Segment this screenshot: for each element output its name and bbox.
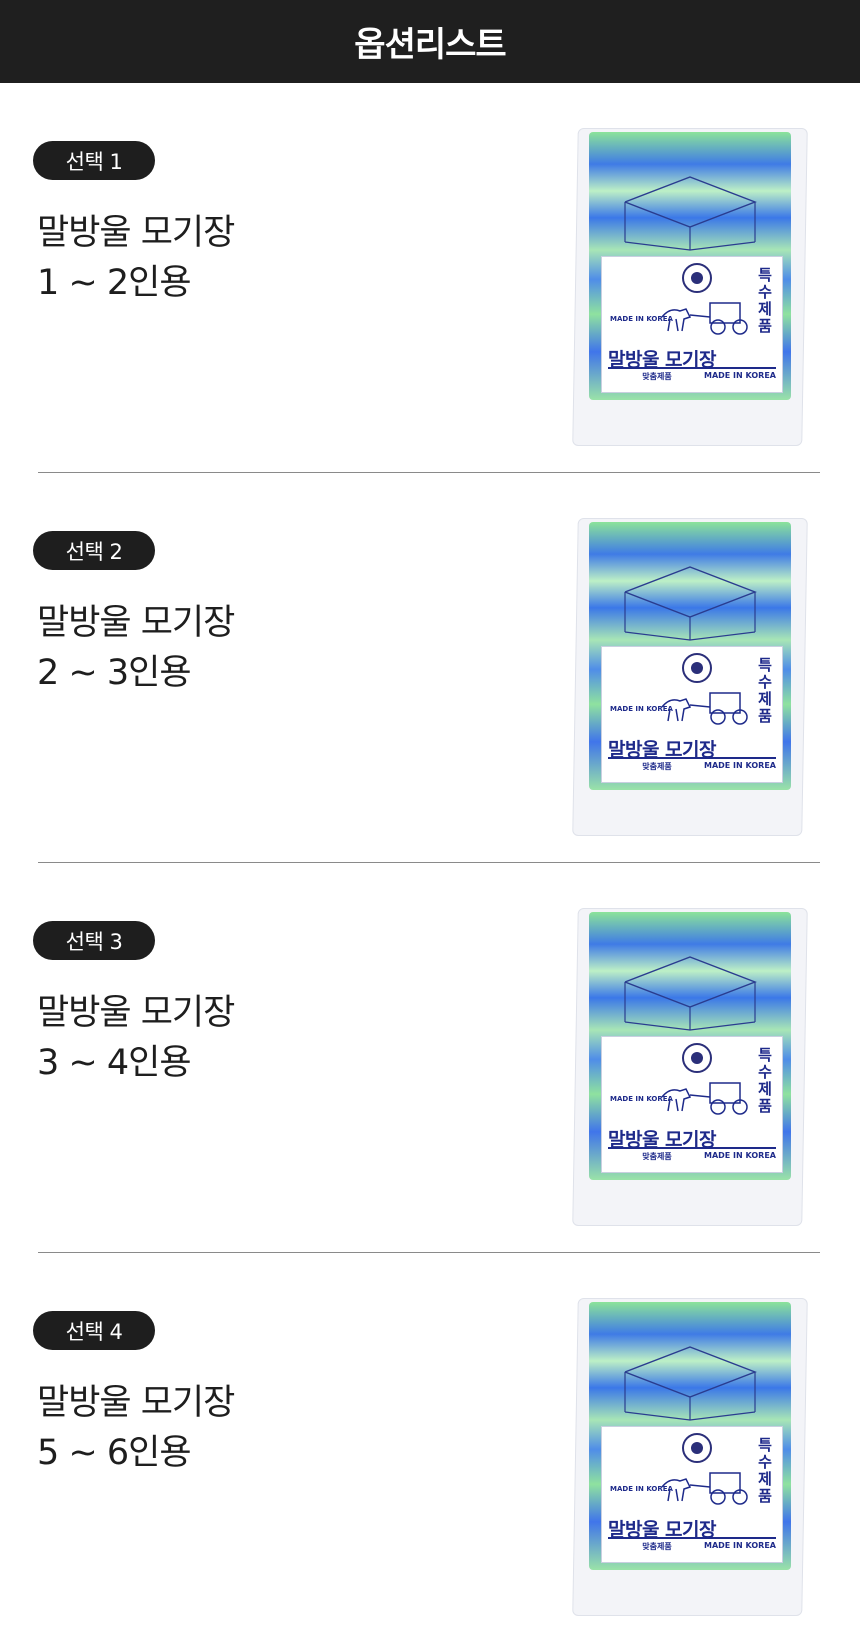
option-size: 5 ~ 6인용 [37, 1433, 192, 1473]
label-side-text: 특수제품 [758, 1046, 772, 1115]
medal-icon [682, 1043, 712, 1073]
medal-icon [682, 1433, 712, 1463]
label-subline: 맞춤제품 MADE IN KOREA [610, 1151, 776, 1162]
label-sub-center: 맞춤제품 [642, 762, 672, 771]
horse-cart-icon [661, 1472, 748, 1505]
package-label: MADE IN KOREA 특수제품 말방울 모기장 맞춤제품 MADE IN … [601, 256, 783, 393]
package-label: MADE IN KOREA 특수제품 말방울 모기장 맞춤제품 MADE IN … [601, 1426, 783, 1563]
made-in-korea-mark: MADE IN KOREA [610, 705, 673, 713]
made-in-korea-mark: MADE IN KOREA [610, 1095, 673, 1103]
net-frame-illustration [624, 1346, 757, 1421]
horse-cart-icon [661, 1082, 748, 1115]
label-sub-right: MADE IN KOREA [704, 1151, 776, 1160]
label-side-text: 특수제품 [758, 1436, 772, 1505]
horse-cart-icon [661, 692, 748, 725]
label-sub-center: 맞춤제품 [642, 1152, 672, 1161]
label-side-text: 특수제품 [758, 656, 772, 725]
net-frame-illustration [624, 956, 757, 1031]
medal-icon [682, 653, 712, 683]
product-image: MADE IN KOREA 특수제품 말방울 모기장 맞춤제품 MADE IN … [572, 1298, 808, 1616]
product-image: MADE IN KOREA 특수제품 말방울 모기장 맞춤제품 MADE IN … [572, 908, 808, 1226]
label-subline: 맞춤제품 MADE IN KOREA [610, 371, 776, 382]
label-sub-right: MADE IN KOREA [704, 371, 776, 380]
net-frame-illustration [624, 566, 757, 641]
label-side-text: 특수제품 [758, 266, 772, 335]
option-name: 말방울 모기장 2 ~ 3인용 [37, 598, 235, 698]
made-in-korea-mark: MADE IN KOREA [610, 1485, 673, 1493]
made-in-korea-mark: MADE IN KOREA [610, 315, 673, 323]
label-subline: 맞춤제품 MADE IN KOREA [610, 761, 776, 772]
option-badge: 선택 3 [33, 921, 155, 960]
option-name: 말방울 모기장 3 ~ 4인용 [37, 988, 235, 1088]
option-item-3[interactable]: 선택 3 말방울 모기장 3 ~ 4인용 MADE IN KOREA 특수제품 … [0, 863, 860, 1253]
package-label: MADE IN KOREA 특수제품 말방울 모기장 맞춤제품 MADE IN … [601, 1036, 783, 1173]
label-subline: 맞춤제품 MADE IN KOREA [610, 1541, 776, 1552]
option-size: 2 ~ 3인용 [37, 653, 192, 693]
option-size: 1 ~ 2인용 [37, 263, 192, 303]
option-item-4[interactable]: 선택 4 말방울 모기장 5 ~ 6인용 MADE IN KOREA 특수제품 … [0, 1253, 860, 1643]
label-sub-right: MADE IN KOREA [704, 761, 776, 770]
option-title: 말방울 모기장 [37, 603, 235, 643]
package-label: MADE IN KOREA 특수제품 말방울 모기장 맞춤제품 MADE IN … [601, 646, 783, 783]
option-item-2[interactable]: 선택 2 말방울 모기장 2 ~ 3인용 MADE IN KOREA 특수제품 … [0, 473, 860, 863]
label-sub-right: MADE IN KOREA [704, 1541, 776, 1550]
option-title: 말방울 모기장 [37, 1383, 235, 1423]
option-size: 3 ~ 4인용 [37, 1043, 192, 1083]
option-name: 말방울 모기장 5 ~ 6인용 [37, 1378, 235, 1478]
product-image: MADE IN KOREA 특수제품 말방울 모기장 맞춤제품 MADE IN … [572, 128, 808, 446]
horse-cart-icon [661, 302, 748, 335]
option-name: 말방울 모기장 1 ~ 2인용 [37, 208, 235, 308]
page-title: 옵션리스트 [354, 25, 506, 65]
option-title: 말방울 모기장 [37, 993, 235, 1033]
page-header: 옵션리스트 [0, 0, 860, 83]
option-list: 선택 1 말방울 모기장 1 ~ 2인용 MADE IN KOREA 특수제품 … [0, 83, 860, 1643]
medal-icon [682, 263, 712, 293]
label-sub-center: 맞춤제품 [642, 372, 672, 381]
option-badge: 선택 4 [33, 1311, 155, 1350]
label-sub-center: 맞춤제품 [642, 1542, 672, 1551]
option-badge: 선택 1 [33, 141, 155, 180]
option-badge: 선택 2 [33, 531, 155, 570]
option-item-1[interactable]: 선택 1 말방울 모기장 1 ~ 2인용 MADE IN KOREA 특수제품 … [0, 83, 860, 473]
option-title: 말방울 모기장 [37, 213, 235, 253]
net-frame-illustration [624, 176, 757, 251]
product-image: MADE IN KOREA 특수제품 말방울 모기장 맞춤제품 MADE IN … [572, 518, 808, 836]
